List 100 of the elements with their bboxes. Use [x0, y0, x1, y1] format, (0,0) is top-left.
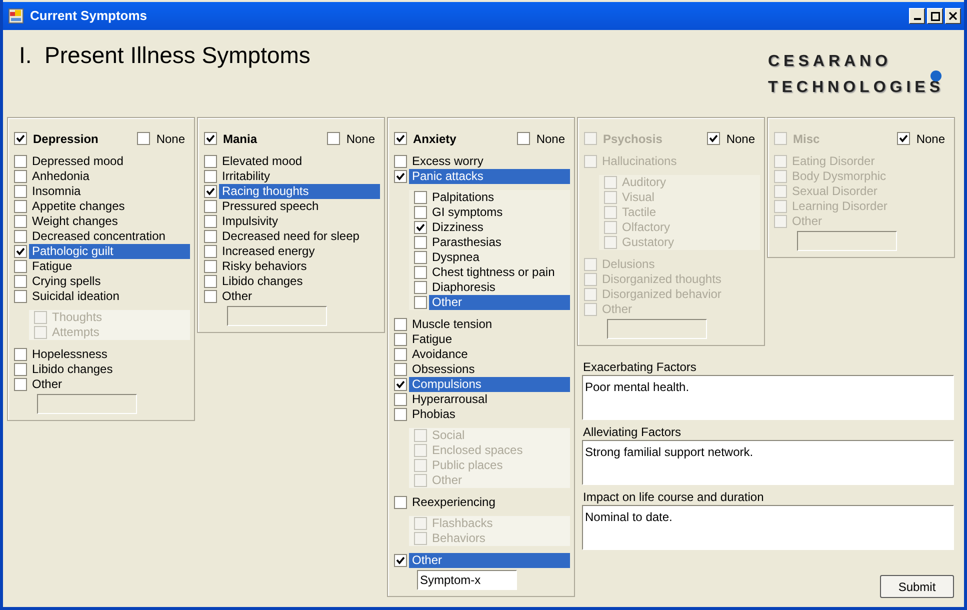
checkbox[interactable] [14, 363, 27, 376]
checkbox-label[interactable]: Compulsions [409, 377, 570, 392]
checkbox-label[interactable]: Insomnia [29, 184, 190, 199]
checkbox[interactable] [414, 266, 427, 279]
checkbox[interactable] [414, 191, 427, 204]
checkbox-label[interactable]: Pathologic guilt [29, 244, 190, 259]
checkbox[interactable] [14, 260, 27, 273]
checkbox[interactable] [414, 221, 427, 234]
submit-button[interactable]: Submit [880, 575, 954, 598]
checkbox[interactable] [394, 132, 407, 145]
checkbox[interactable] [204, 260, 217, 273]
checkbox-label[interactable]: Racing thoughts [219, 184, 380, 199]
checkbox-label[interactable]: Chest tightness or pain [429, 265, 570, 280]
checkbox[interactable] [204, 290, 217, 303]
checkbox-label[interactable]: Pressured speech [219, 199, 380, 214]
checkbox-label[interactable]: Suicidal ideation [29, 289, 190, 304]
minimize-button[interactable] [909, 8, 925, 24]
checkbox-label[interactable]: Other [219, 289, 380, 304]
checkbox-label[interactable]: Muscle tension [409, 317, 570, 332]
checkbox[interactable] [14, 275, 27, 288]
checkbox[interactable] [394, 496, 407, 509]
input-field[interactable]: Symptom-x [417, 570, 517, 590]
checkbox[interactable] [14, 290, 27, 303]
checkbox[interactable] [14, 200, 27, 213]
checkbox-label[interactable]: Hopelessness [29, 347, 190, 362]
checkbox[interactable] [14, 215, 27, 228]
checkbox-label[interactable]: Other [429, 295, 570, 310]
checkbox[interactable] [394, 554, 407, 567]
checkbox-label[interactable]: Fatigue [409, 332, 570, 347]
text-area[interactable]: Nominal to date. [582, 505, 954, 550]
checkbox-label[interactable]: Hyperarrousal [409, 392, 570, 407]
checkbox[interactable] [414, 296, 427, 309]
checkbox[interactable] [394, 348, 407, 361]
checkbox[interactable] [14, 348, 27, 361]
checkbox-label[interactable]: Avoidance [409, 347, 570, 362]
checkbox[interactable] [137, 132, 150, 145]
checkbox[interactable] [14, 245, 27, 258]
checkbox-label[interactable]: Crying spells [29, 274, 190, 289]
close-button[interactable] [945, 8, 961, 24]
checkbox[interactable] [204, 155, 217, 168]
checkbox-label[interactable]: Fatigue [29, 259, 190, 274]
checkbox[interactable] [414, 236, 427, 249]
checkbox[interactable] [14, 185, 27, 198]
checkbox[interactable] [394, 333, 407, 346]
checkbox-label[interactable]: Obsessions [409, 362, 570, 377]
checkbox[interactable] [204, 200, 217, 213]
checkbox-label[interactable]: Depressed mood [29, 154, 190, 169]
checkbox[interactable] [414, 281, 427, 294]
checkbox[interactable] [394, 318, 407, 331]
checkbox[interactable] [14, 132, 27, 145]
checkbox-label[interactable]: Panic attacks [409, 169, 570, 184]
checkbox-label[interactable]: Decreased concentration [29, 229, 190, 244]
checkbox-label[interactable]: Excess worry [409, 154, 570, 169]
checkbox[interactable] [14, 378, 27, 391]
checkbox-label[interactable]: Dizziness [429, 220, 570, 235]
category-title: Depression [33, 130, 100, 148]
checkbox[interactable] [204, 215, 217, 228]
checkbox-label[interactable]: Libido changes [219, 274, 380, 289]
text-area[interactable]: Strong familial support network. [582, 440, 954, 485]
checkbox[interactable] [327, 132, 340, 145]
checkbox[interactable] [204, 275, 217, 288]
checkbox[interactable] [394, 155, 407, 168]
checkbox[interactable] [204, 132, 217, 145]
checkbox-label[interactable]: Palpitations [429, 190, 570, 205]
checkbox[interactable] [14, 155, 27, 168]
checkbox-label[interactable]: Increased energy [219, 244, 380, 259]
checkbox-label[interactable]: Risky behaviors [219, 259, 380, 274]
checkbox-label[interactable]: Other [29, 377, 190, 392]
checkbox[interactable] [517, 132, 530, 145]
checkbox-label[interactable]: Phobias [409, 407, 570, 422]
checkbox-label[interactable]: Elevated mood [219, 154, 380, 169]
checkbox[interactable] [204, 230, 217, 243]
checkbox[interactable] [204, 185, 217, 198]
checkbox[interactable] [394, 408, 407, 421]
checkbox-label[interactable]: Diaphoresis [429, 280, 570, 295]
checkbox[interactable] [394, 363, 407, 376]
checkbox[interactable] [414, 206, 427, 219]
checkbox[interactable] [394, 378, 407, 391]
checkbox-label[interactable]: Dyspnea [429, 250, 570, 265]
checkbox-label[interactable]: Weight changes [29, 214, 190, 229]
checkbox[interactable] [204, 245, 217, 258]
checkbox-label[interactable]: Anhedonia [29, 169, 190, 184]
checkbox-label[interactable]: Libido changes [29, 362, 190, 377]
checkbox-label[interactable]: Irritability [219, 169, 380, 184]
checkbox[interactable] [204, 170, 217, 183]
checkbox-label[interactable]: Reexperiencing [409, 495, 570, 510]
checkbox[interactable] [14, 230, 27, 243]
maximize-button[interactable] [927, 8, 943, 24]
checkbox[interactable] [394, 170, 407, 183]
checkbox[interactable] [414, 251, 427, 264]
checkbox-label[interactable]: Other [409, 553, 570, 568]
checkbox-label[interactable]: Appetite changes [29, 199, 190, 214]
text-area[interactable]: Poor mental health. [582, 375, 954, 420]
checkbox[interactable] [14, 170, 27, 183]
checkbox-label[interactable]: Decreased need for sleep [219, 229, 380, 244]
none-label: None [156, 130, 185, 148]
checkbox-label[interactable]: GI symptoms [429, 205, 570, 220]
checkbox-label[interactable]: Parasthesias [429, 235, 570, 250]
checkbox-label[interactable]: Impulsivity [219, 214, 380, 229]
checkbox[interactable] [394, 393, 407, 406]
